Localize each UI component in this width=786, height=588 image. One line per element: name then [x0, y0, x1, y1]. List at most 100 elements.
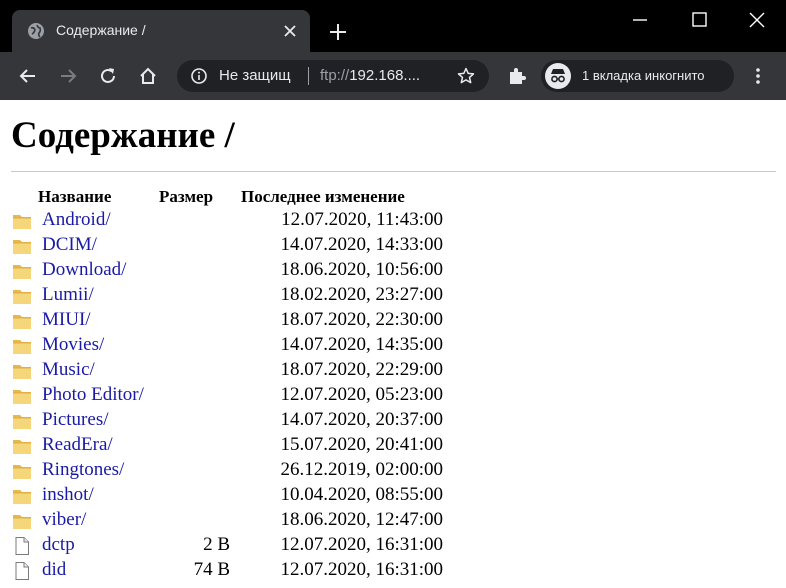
- new-tab-button[interactable]: [328, 22, 348, 42]
- tab-title: Содержание /: [56, 22, 146, 38]
- arrow-left-icon: [19, 69, 35, 83]
- extensions-button[interactable]: [507, 66, 527, 86]
- incognito-icon: [545, 63, 571, 89]
- incognito-label: 1 вкладка инкогнито: [582, 68, 705, 83]
- table-row: inshot/10.04.2020, 08:55:00: [0, 484, 786, 509]
- folder-icon: [12, 261, 32, 281]
- kebab-menu-icon: [756, 68, 760, 84]
- folder-icon: [12, 361, 32, 381]
- modified-date: 12.07.2020, 05:23:00: [280, 384, 443, 405]
- folder-icon: [12, 336, 32, 356]
- folder-link[interactable]: Android/: [42, 209, 111, 231]
- menu-button[interactable]: [748, 66, 768, 86]
- table-row: ReadEra/15.07.2020, 20:41:00: [0, 434, 786, 459]
- modified-date: 12.07.2020, 16:31:00: [280, 559, 443, 580]
- table-row: dctp 2 B 12.07.2020, 16:31:00: [0, 534, 786, 559]
- browser-toolbar: Не защищ ftp://192.168.... 1 вкладка инк…: [0, 52, 786, 100]
- folder-link[interactable]: Photo Editor/: [42, 384, 144, 406]
- folder-icon: [12, 486, 32, 506]
- table-row: Music/18.07.2020, 22:29:00: [0, 359, 786, 384]
- modified-date: 18.06.2020, 12:47:00: [280, 509, 443, 530]
- folder-link[interactable]: Music/: [42, 359, 95, 381]
- browser-titlebar: Содержание /: [0, 0, 786, 52]
- minimize-icon: [633, 19, 647, 21]
- column-header-name[interactable]: Название: [38, 187, 111, 207]
- modified-date: 18.06.2020, 10:56:00: [280, 259, 443, 280]
- table-row: Android/12.07.2020, 11:43:00: [0, 209, 786, 234]
- folder-icon: [12, 511, 32, 531]
- folder-link[interactable]: Download/: [42, 259, 126, 281]
- url-scheme: ftp://: [320, 67, 350, 84]
- modified-date: 14.07.2020, 20:37:00: [280, 409, 443, 430]
- reload-button[interactable]: [98, 66, 118, 86]
- url-host: 192.168....: [349, 67, 421, 84]
- address-bar[interactable]: Не защищ ftp://192.168....: [177, 60, 489, 92]
- reload-icon: [101, 68, 115, 83]
- folder-icon: [12, 311, 32, 331]
- close-icon: [749, 12, 765, 28]
- arrow-right-icon: [61, 69, 77, 83]
- table-row: Ringtones/26.12.2019, 02:00:00: [0, 459, 786, 484]
- address-separator: [308, 67, 309, 85]
- folder-icon: [12, 211, 32, 231]
- table-row: did 74 B 12.07.2020, 16:31:00: [0, 559, 786, 584]
- divider: [11, 171, 776, 172]
- table-row: DCIM/14.07.2020, 14:33:00: [0, 234, 786, 259]
- incognito-button[interactable]: 1 вкладка инкогнито: [541, 60, 734, 92]
- folder-icon: [12, 386, 32, 406]
- close-window-button[interactable]: [745, 8, 769, 32]
- folder-link[interactable]: Lumii/: [42, 284, 94, 306]
- globe-icon: [28, 23, 44, 39]
- folder-link[interactable]: Ringtones/: [42, 459, 124, 481]
- file-icon: [12, 561, 32, 581]
- folder-link[interactable]: inshot/: [42, 484, 94, 506]
- browser-tab[interactable]: Содержание /: [12, 10, 310, 52]
- folder-icon: [12, 461, 32, 481]
- folder-link[interactable]: Pictures/: [42, 409, 109, 431]
- modified-date: 14.07.2020, 14:35:00: [280, 334, 443, 355]
- folder-link[interactable]: viber/: [42, 509, 86, 531]
- folder-link[interactable]: MIUI/: [42, 309, 91, 331]
- bookmark-star-icon[interactable]: [457, 67, 475, 85]
- table-row: Lumii/18.02.2020, 23:27:00: [0, 284, 786, 309]
- folder-icon: [12, 436, 32, 456]
- maximize-button[interactable]: [687, 8, 711, 32]
- table-row: viber/18.06.2020, 12:47:00: [0, 509, 786, 534]
- table-row: Movies/14.07.2020, 14:35:00: [0, 334, 786, 359]
- modified-date: 15.07.2020, 20:41:00: [280, 434, 443, 455]
- info-icon[interactable]: [191, 68, 207, 84]
- minimize-button[interactable]: [628, 8, 652, 32]
- file-link[interactable]: did: [42, 559, 66, 581]
- modified-date: 18.02.2020, 23:27:00: [280, 284, 443, 305]
- folder-link[interactable]: Movies/: [42, 334, 104, 356]
- table-row: Download/18.06.2020, 10:56:00: [0, 259, 786, 284]
- folder-icon: [12, 236, 32, 256]
- modified-date: 12.07.2020, 11:43:00: [281, 209, 443, 230]
- file-icon: [12, 536, 32, 556]
- file-link[interactable]: dctp: [42, 534, 75, 556]
- back-button[interactable]: [18, 66, 38, 86]
- column-header-modified[interactable]: Последнее изменение: [241, 187, 405, 207]
- modified-date: 18.07.2020, 22:30:00: [280, 309, 443, 330]
- folder-icon: [12, 286, 32, 306]
- maximize-icon: [692, 12, 707, 27]
- modified-date: 14.07.2020, 14:33:00: [280, 234, 443, 255]
- url-text[interactable]: ftp://192.168....: [320, 67, 420, 84]
- folder-link[interactable]: DCIM/: [42, 234, 97, 256]
- folder-icon: [12, 411, 32, 431]
- table-row: MIUI/18.07.2020, 22:30:00: [0, 309, 786, 334]
- table-row: Pictures/14.07.2020, 20:37:00: [0, 409, 786, 434]
- close-tab-icon[interactable]: [282, 23, 298, 39]
- modified-date: 10.04.2020, 08:55:00: [280, 484, 443, 505]
- plus-icon: [330, 24, 346, 40]
- puzzle-icon: [510, 68, 526, 84]
- forward-button[interactable]: [58, 66, 78, 86]
- folder-link[interactable]: ReadEra/: [42, 434, 113, 456]
- modified-date: 26.12.2019, 02:00:00: [280, 459, 443, 480]
- modified-date: 12.07.2020, 16:31:00: [280, 534, 443, 555]
- security-status[interactable]: Не защищ: [219, 67, 291, 84]
- table-row: Photo Editor/12.07.2020, 05:23:00: [0, 384, 786, 409]
- home-button[interactable]: [138, 66, 158, 86]
- home-icon: [140, 67, 156, 84]
- column-header-size[interactable]: Размер: [159, 187, 213, 207]
